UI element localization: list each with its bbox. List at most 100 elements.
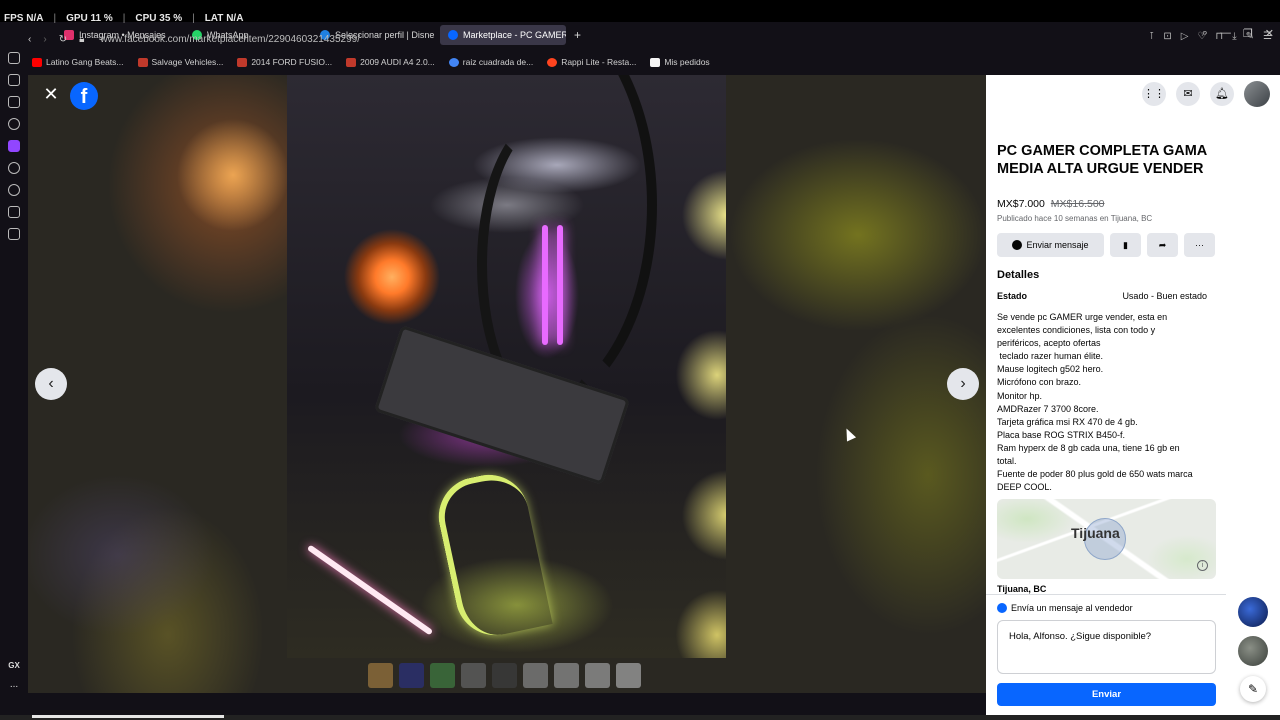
photo-thumbnail[interactable] [523,663,548,688]
world-icon[interactable] [8,118,20,130]
photo-thumbnail[interactable] [616,663,641,688]
photo-viewer: ✕ f ‹ › [28,75,986,693]
taskbar-strip [0,715,1280,720]
bookmark-icon [137,57,148,67]
news-icon[interactable] [8,96,20,108]
photo-thumbnail[interactable] [492,663,517,688]
map-city-label: Tijuana [1071,525,1120,541]
messenger-icon[interactable]: ✉ [1176,82,1200,106]
store-icon[interactable] [8,228,20,240]
speed-dial-icon[interactable] [8,52,20,64]
photo-thumbnail[interactable] [368,663,393,688]
play-icon[interactable]: ▷ [1181,31,1189,42]
bookmark-label: Latino Gang Beats... [46,57,124,67]
more-icon: ··· [1195,240,1204,250]
bookmark-icon [237,57,248,67]
mouse-cursor [841,426,857,442]
photo-thumbnail[interactable] [585,663,610,688]
back-icon[interactable]: ‹ [28,34,31,45]
notifications-icon[interactable]: 🔔︎ [1210,82,1234,106]
description-line: periféricos, acepto ofertas [997,338,1101,349]
condition-row: Estado Usado - Buen estado [997,291,1207,301]
bookmark-label: 2009 AUDI A4 2.0... [360,57,435,67]
bookmark-item[interactable]: raiz cuadrada de... [448,57,534,67]
youtube-icon [32,57,42,67]
photo-thumbnail[interactable] [399,663,424,688]
facebook-logo[interactable]: f [70,82,98,110]
rappi-icon [547,57,558,67]
photo-thumbnails [368,663,641,688]
address-bar-actions: ⊺ ⊡ ▷ ♡ ⊓ ⤓ ✎ ☰ [1149,31,1272,42]
bookmark-item[interactable]: Rappi Lite - Resta... [547,57,636,67]
hud-cpu-label: CPU [135,13,157,24]
twitch-icon[interactable] [8,140,20,152]
forward-icon[interactable]: › [43,34,46,45]
more-options-button[interactable]: ··· [1184,233,1215,257]
gx-corner-label[interactable]: GX [8,661,20,670]
menu-grid-icon[interactable]: ⋮⋮ [1142,82,1166,106]
extensions-icon[interactable] [8,206,20,218]
avatar[interactable] [1244,81,1270,107]
send-message-button[interactable]: Enviar mensaje [997,233,1104,257]
hud-sep: | [122,13,126,24]
details-heading: Detalles [997,269,1040,281]
photo-thumbnail[interactable] [461,663,486,688]
bookmark-label: 2014 FORD FUSIO... [251,57,333,67]
hud-gpu-value: 11 % [90,13,113,24]
send-button[interactable]: Enviar [997,683,1216,706]
chat-head-avatar[interactable] [1238,636,1268,666]
message-input[interactable]: Hola, Alfonso. ¿Sigue disponible? [997,620,1216,674]
send-message-label: Enviar mensaje [1026,240,1089,250]
posted-info: Publicado hace 10 semanas en Tijuana, BC [997,214,1153,223]
info-icon[interactable]: i [1197,560,1208,571]
location-map[interactable]: Tijuana i [997,499,1216,579]
lock-icon: 🔒︎ [79,33,85,45]
address-bar: ‹ › ↻ 🔒︎ www.facebook.com/marketplace/it… [28,28,1280,50]
original-price: MX$16.500 [1050,198,1105,210]
power-cable [431,467,553,643]
listing-title: PC GAMER COMPLETA GAMA MEDIA ALTA URGUE … [997,143,1207,177]
reload-icon[interactable]: ↻ [59,34,67,45]
photo-thumbnail[interactable] [554,663,579,688]
message-seller-label: Envía un mensaje al vendedor [1011,603,1133,613]
ai-icon[interactable]: ✎ [1246,31,1254,42]
hud-sep: | [53,13,57,24]
pin-icon[interactable]: ⊺ [1149,31,1154,42]
bookmark-item[interactable]: 2009 AUDI A4 2.0... [346,57,435,67]
hud-gpu-label: GPU [66,13,88,24]
bookmark-icon [346,57,357,67]
sidebar-dock: GX ... [0,48,28,698]
wallet-icon[interactable]: ⊓ [1215,31,1223,42]
contacts-rail [1226,113,1280,720]
chat-head-avatar[interactable] [1238,597,1268,627]
bookmark-item[interactable]: Latino Gang Beats... [32,57,124,67]
player-icon[interactable] [8,162,20,174]
bookmark-item[interactable]: Salvage Vehicles... [137,57,223,67]
share-button[interactable]: ➦ [1147,233,1178,257]
bookmark-label: raiz cuadrada de... [462,57,534,67]
new-message-icon[interactable]: ✎ [1240,676,1266,702]
menu-icon[interactable]: ☰ [1263,31,1272,42]
description-line: Se vende pc GAMER urge vender, esta en [997,312,1168,322]
previous-photo-button[interactable]: ‹ [35,368,67,400]
description-line: Tarjeta gráfica msi RX 470 de 4 gb. [997,416,1138,427]
bookmark-item[interactable]: Mis pedidos [650,57,710,67]
close-viewer-button[interactable]: ✕ [40,83,62,105]
snapshot-icon[interactable]: ⊡ [1163,31,1171,42]
performance-hud: FPS N/A | GPU 11 % | CPU 35 % | LAT N/A [4,13,243,24]
url-field[interactable]: www.facebook.com/marketplace/item/229046… [100,34,360,45]
bookmark-item[interactable]: 2014 FORD FUSIO... [237,57,332,67]
heart-icon[interactable]: ♡ [1197,31,1206,42]
dock-more-icon[interactable]: ... [10,679,18,690]
flow-icon[interactable] [8,74,20,86]
description-line: excelentes condiciones, lista con todo y [997,325,1156,336]
save-button[interactable]: ▮ [1110,233,1141,257]
orders-icon [650,57,661,67]
history-icon[interactable] [8,184,20,196]
hud-lat: LAT N/A [205,13,244,24]
google-icon [448,57,459,67]
description-line: Ram hyperx de 8 gb cada una, tiene 16 gb… [997,442,1180,453]
download-icon[interactable]: ⤓ [1232,31,1236,42]
next-photo-button[interactable]: › [947,368,979,400]
photo-thumbnail[interactable] [430,663,455,688]
